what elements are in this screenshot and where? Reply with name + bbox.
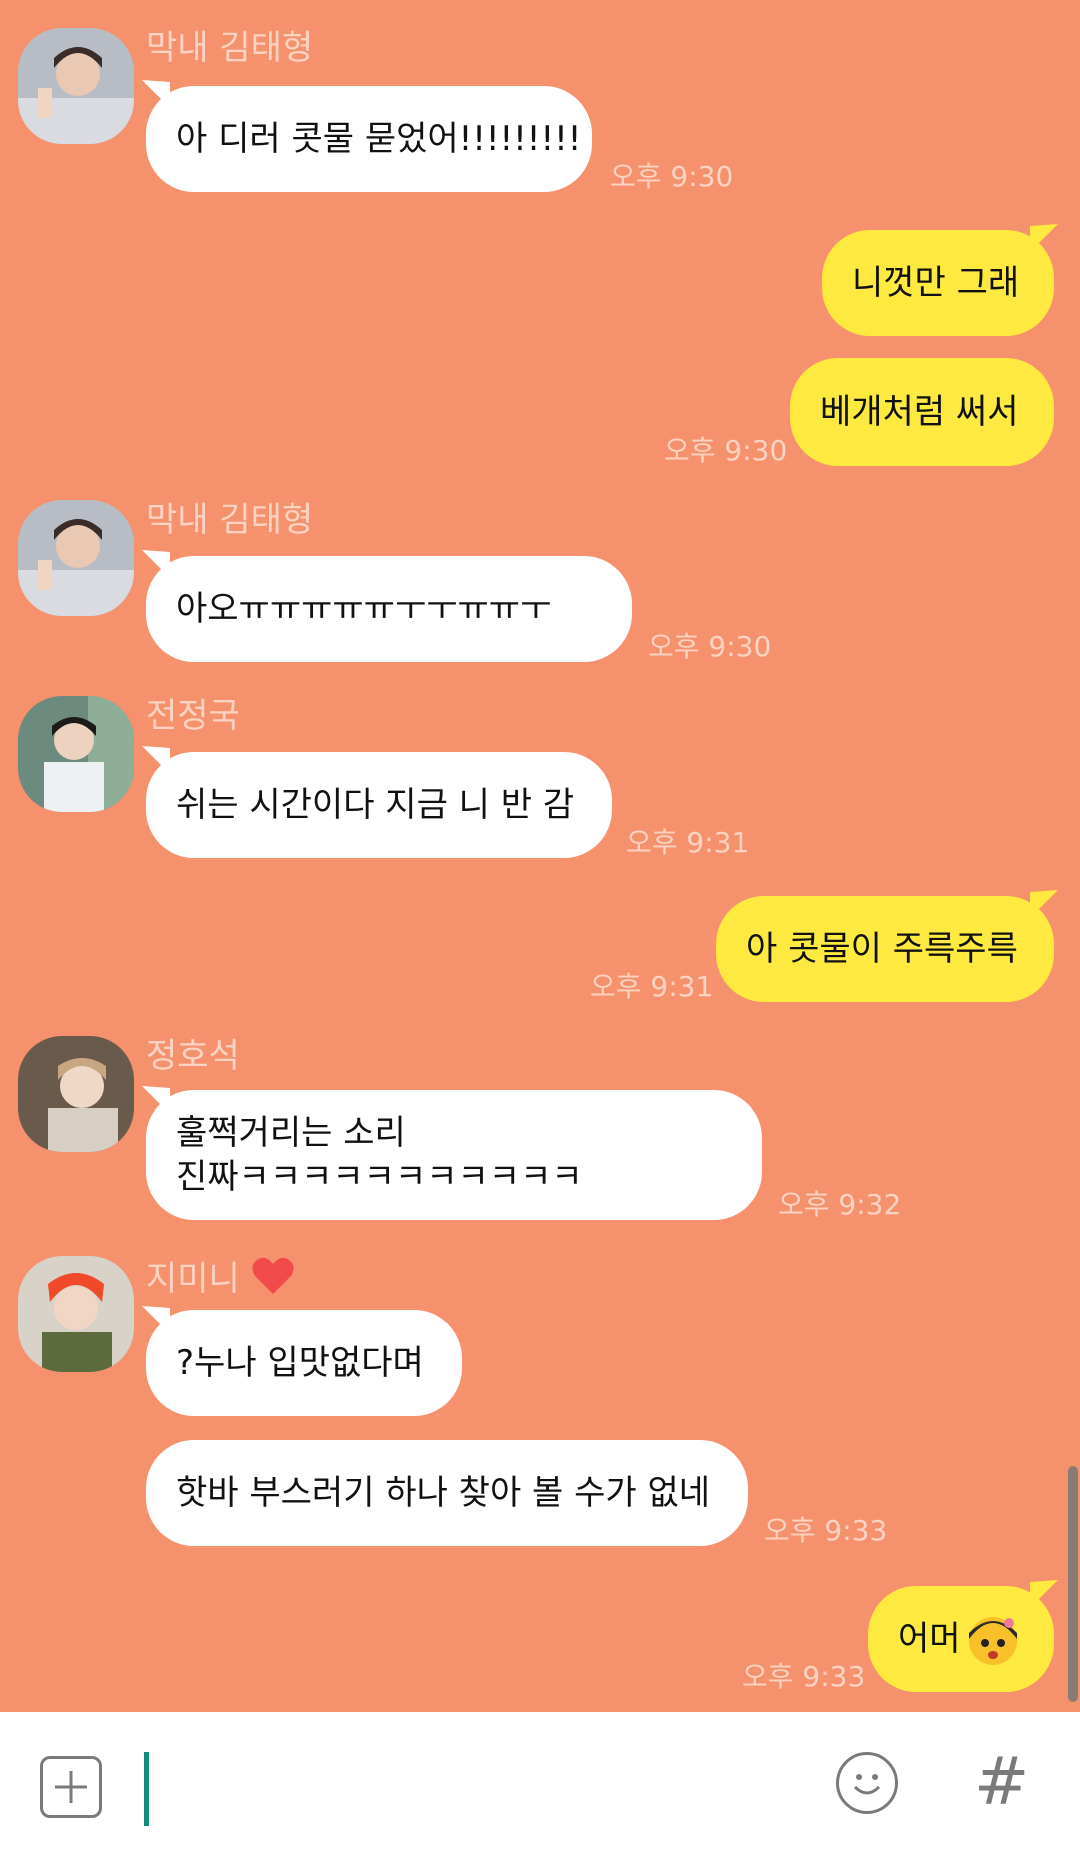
message-bubble[interactable]: 아오ㅠㅠㅠㅠㅠㅜㅜㅠㅠㅜ <box>146 556 632 662</box>
message-time: 오후 9:32 <box>778 1188 902 1221</box>
avatar-taehyung[interactable] <box>18 28 134 144</box>
message-bubble[interactable]: 아 디러 콧물 묻었어!!!!!!!!! <box>146 86 592 192</box>
message-line: 진짜ㅋㅋㅋㅋㅋㅋㅋㅋㅋㅋㅋ <box>176 1157 583 1197</box>
sender-name: 전정국 <box>146 696 240 736</box>
scrollbar[interactable] <box>1068 1466 1078 1702</box>
avatar-taehyung[interactable] <box>18 500 134 616</box>
message-time: 오후 9:30 <box>648 630 772 663</box>
message-bubble[interactable]: ?누나 입맛없다며 <box>146 1310 462 1416</box>
sender-name: 막내 김태형 <box>146 28 314 68</box>
sender-name: 막내 김태형 <box>146 500 314 540</box>
message-time: 오후 9:33 <box>764 1514 888 1547</box>
sender-name-text: 지미니 <box>146 1259 240 1299</box>
outgoing-bubble[interactable]: 어머 <box>868 1586 1054 1692</box>
emoji-sticker-icon <box>968 1617 1017 1665</box>
bubble-tail <box>1030 1580 1058 1608</box>
heart-icon <box>252 1257 294 1294</box>
input-bar: # <box>0 1712 1080 1854</box>
message-time: 오후 9:31 <box>590 970 714 1003</box>
message-time: 오후 9:33 <box>742 1660 866 1693</box>
plus-icon[interactable] <box>40 1756 102 1818</box>
outgoing-bubble[interactable]: 니껏만 그래 <box>822 230 1054 336</box>
bubble-tail <box>1030 890 1058 918</box>
message-input[interactable] <box>140 1742 800 1832</box>
avatar-jungkook[interactable] <box>18 696 134 812</box>
message-bubble[interactable]: 훌쩍거리는 소리 진짜ㅋㅋㅋㅋㅋㅋㅋㅋㅋㅋㅋ <box>146 1090 762 1220</box>
message-line: 훌쩍거리는 소리 <box>176 1113 406 1153</box>
message-time: 오후 9:31 <box>626 826 750 859</box>
outgoing-bubble[interactable]: 아 콧물이 주륵주륵 <box>716 896 1054 1002</box>
chat-area[interactable]: 막내 김태형 아 디러 콧물 묻었어!!!!!!!!! 오후 9:30 니껏만 … <box>0 0 1080 1712</box>
sender-name: 정호석 <box>146 1036 240 1076</box>
text-cursor <box>144 1752 149 1826</box>
message-text: 어머 <box>898 1619 961 1659</box>
avatar-hoseok[interactable] <box>18 1036 134 1152</box>
message-time: 오후 9:30 <box>664 434 788 467</box>
message-time: 오후 9:30 <box>610 160 734 193</box>
sender-name: 지미니 <box>146 1256 295 1299</box>
emoji-icon[interactable] <box>836 1752 898 1814</box>
bubble-tail <box>1030 224 1058 252</box>
outgoing-bubble[interactable]: 베개처럼 써서 <box>790 358 1054 466</box>
hash-icon[interactable]: # <box>974 1742 1029 1822</box>
avatar-jimin[interactable] <box>18 1256 134 1372</box>
message-bubble[interactable]: 쉬는 시간이다 지금 니 반 감 <box>146 752 612 858</box>
message-bubble[interactable]: 핫바 부스러기 하나 찾아 볼 수가 없네 <box>146 1440 748 1546</box>
